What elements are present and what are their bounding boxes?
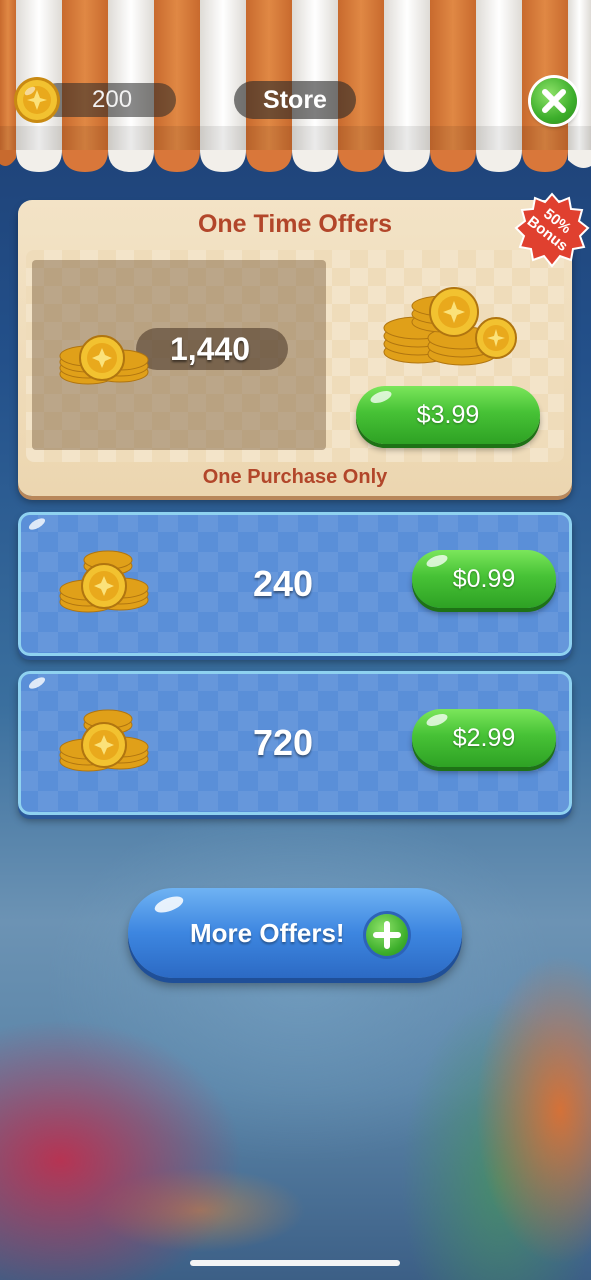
coin-balance-value: 200: [92, 86, 133, 113]
close-x-icon: [542, 89, 566, 113]
offer-coin-amount: 720: [252, 722, 314, 763]
coin-stack-icon: [58, 705, 154, 775]
offer-coin-amount: 1,440: [170, 331, 251, 367]
buy-one-time-offer-button[interactable]: $3.99: [356, 386, 540, 444]
coin-offer-row: 240 $0.99: [18, 512, 572, 656]
coin-offer-row: 720 $2.99: [18, 671, 572, 815]
home-indicator[interactable]: [190, 1260, 400, 1266]
buy-offer-button[interactable]: $2.99: [412, 709, 556, 767]
buy-offer-button[interactable]: $0.99: [412, 550, 556, 608]
one-purchase-only-label: One Purchase Only: [202, 466, 388, 488]
plus-icon: [366, 914, 408, 956]
coin-pile-icon: [378, 282, 528, 370]
page-title: Store: [234, 81, 356, 119]
one-time-offer-card: One Time Offers 1,440 One Purchase Only: [18, 200, 572, 496]
offer-coin-amount: 240: [252, 563, 314, 604]
coin-stack-icon: [58, 322, 154, 388]
one-time-offers-title: One Time Offers: [197, 210, 393, 238]
close-button[interactable]: [531, 78, 577, 124]
more-offers-button[interactable]: More Offers!: [128, 888, 462, 978]
coin-stack-icon: [58, 546, 154, 616]
gold-coin-icon: [13, 76, 61, 124]
more-offers-label: More Offers!: [190, 918, 345, 948]
